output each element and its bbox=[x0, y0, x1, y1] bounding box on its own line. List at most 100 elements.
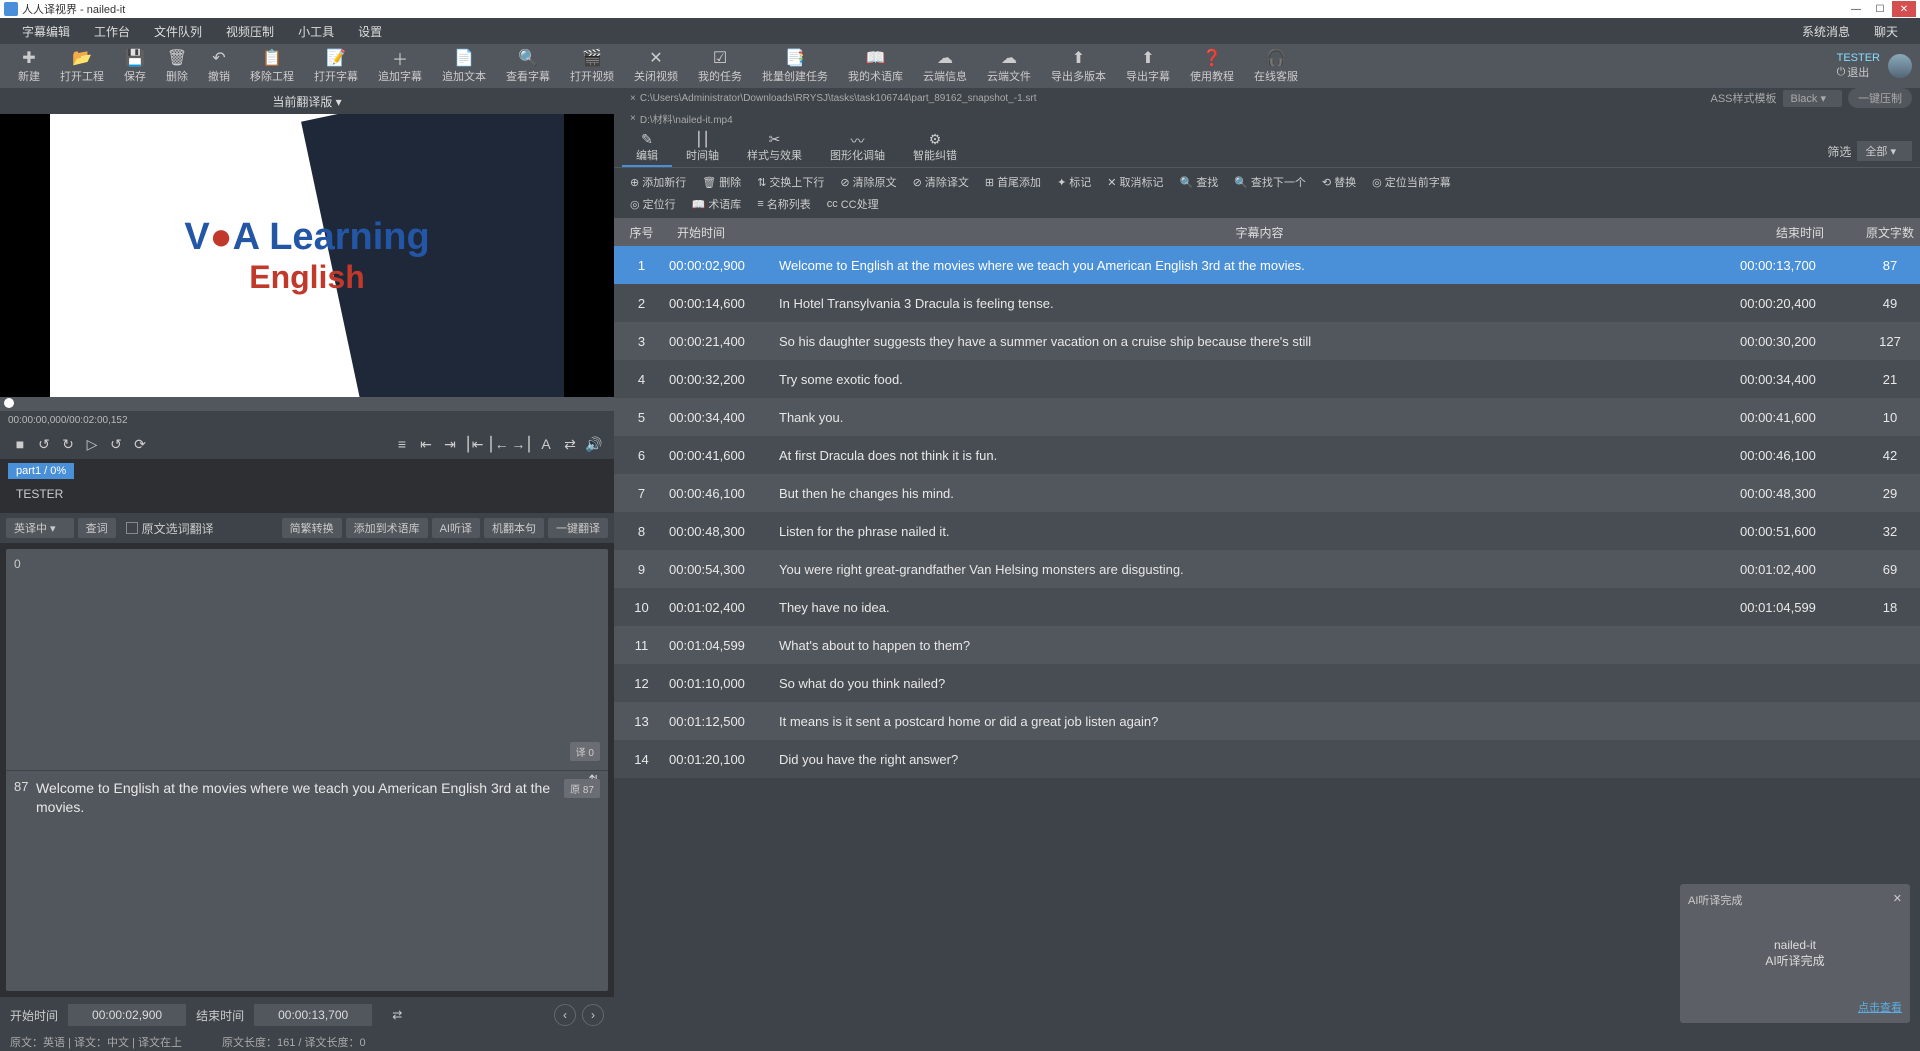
ass-template-dropdown[interactable]: Black ▾ bbox=[1783, 90, 1842, 107]
table-row[interactable]: 100:00:02,900Welcome to English at the m… bbox=[614, 246, 1920, 284]
toolbar-导出多版本[interactable]: ⬆导出多版本 bbox=[1041, 47, 1116, 86]
control-icon-5[interactable]: ⎮← bbox=[486, 432, 510, 456]
toolbar-使用教程[interactable]: ❓使用教程 bbox=[1180, 47, 1244, 86]
control-icon-2[interactable]: ⇤ bbox=[414, 432, 438, 456]
font-size-icon[interactable]: A bbox=[534, 432, 558, 456]
start-time-input[interactable]: 00:00:02,900 bbox=[68, 1004, 186, 1026]
part-badge[interactable]: part1 / 0% bbox=[8, 463, 74, 479]
menu-right-0[interactable]: 系统消息 bbox=[1790, 23, 1862, 40]
table-row[interactable]: 1100:01:04,599What's about to happen to … bbox=[614, 626, 1920, 664]
toolbar-云端信息[interactable]: ☁云端信息 bbox=[913, 47, 977, 86]
compress-button[interactable]: 一键压制 bbox=[1848, 88, 1912, 108]
action-定位当前字幕[interactable]: ◎定位当前字幕 bbox=[1364, 172, 1459, 192]
prev-button[interactable]: ‹ bbox=[554, 1004, 576, 1026]
control-icon-7[interactable]: ⇄ bbox=[558, 432, 582, 456]
table-row[interactable]: 900:00:54,300You were right great-grandf… bbox=[614, 550, 1920, 588]
toolbar-我的任务[interactable]: ☑我的任务 bbox=[688, 47, 752, 86]
mode-tab-样式与效果[interactable]: ✂样式与效果 bbox=[733, 129, 816, 167]
filter-dropdown[interactable]: 全部 ▾ bbox=[1857, 141, 1912, 161]
menu-item-2[interactable]: 文件队列 bbox=[142, 23, 214, 40]
toolbar-移除工程[interactable]: 📋移除工程 bbox=[240, 47, 304, 86]
action-标记[interactable]: ✦标记 bbox=[1049, 172, 1099, 192]
loop-icon[interactable]: ⟳ bbox=[128, 432, 152, 456]
stop-icon[interactable]: ■ bbox=[8, 432, 32, 456]
notification-link[interactable]: 点击查看 bbox=[1688, 999, 1902, 1015]
translation-editor[interactable]: 0 bbox=[6, 549, 608, 770]
table-row[interactable]: 500:00:34,400Thank you.00:00:41,60010 bbox=[614, 398, 1920, 436]
video-player[interactable]: V●A Learning English bbox=[0, 114, 614, 397]
control-icon-4[interactable]: ⎮⇤ bbox=[462, 432, 486, 456]
action-名称列表[interactable]: ≡名称列表 bbox=[749, 194, 818, 214]
play-icon[interactable]: ▷ bbox=[80, 432, 104, 456]
toolbar-关闭视频[interactable]: ✕关闭视频 bbox=[624, 47, 688, 86]
close-icon[interactable]: × bbox=[630, 113, 636, 124]
trans-btn-1[interactable]: 添加到术语库 bbox=[346, 518, 428, 538]
mode-tab-编辑[interactable]: ✎编辑 bbox=[622, 129, 672, 167]
menu-item-0[interactable]: 字幕编辑 bbox=[10, 23, 82, 40]
toolbar-在线客服[interactable]: 🎧在线客服 bbox=[1244, 47, 1308, 86]
action-定位行[interactable]: ◎定位行 bbox=[622, 194, 684, 214]
mode-tab-智能纠错[interactable]: ⚙智能纠错 bbox=[899, 129, 971, 167]
rewind-icon[interactable]: ↺ bbox=[32, 432, 56, 456]
trans-btn-3[interactable]: 机翻本句 bbox=[484, 518, 544, 538]
menu-item-3[interactable]: 视频压制 bbox=[214, 23, 286, 40]
video-timeline[interactable] bbox=[0, 397, 614, 411]
table-row[interactable]: 700:00:46,100But then he changes his min… bbox=[614, 474, 1920, 512]
table-row[interactable]: 1000:01:02,400They have no idea.00:01:04… bbox=[614, 588, 1920, 626]
mode-tab-图形化调轴[interactable]: 〰图形化调轴 bbox=[816, 129, 899, 167]
menu-item-4[interactable]: 小工具 bbox=[286, 23, 346, 40]
action-取消标记[interactable]: ✕取消标记 bbox=[1099, 172, 1171, 192]
toolbar-云端文件[interactable]: ☁云端文件 bbox=[977, 47, 1041, 86]
action-交换上下行[interactable]: ⇅交换上下行 bbox=[749, 172, 832, 192]
file-tab-srt[interactable]: ×C:\Users\Administrator\Downloads\RRYSJ\… bbox=[622, 93, 1045, 104]
action-查找下一个[interactable]: 🔍查找下一个 bbox=[1226, 172, 1314, 192]
step-back-icon[interactable]: ↻ bbox=[56, 432, 80, 456]
table-row[interactable]: 200:00:14,600In Hotel Transylvania 3 Dra… bbox=[614, 284, 1920, 322]
step-fwd-icon[interactable]: ↺ bbox=[104, 432, 128, 456]
toolbar-打开视频[interactable]: 🎬打开视频 bbox=[560, 47, 624, 86]
table-row[interactable]: 400:00:32,200Try some exotic food.00:00:… bbox=[614, 360, 1920, 398]
action-删除[interactable]: 🗑删除 bbox=[694, 172, 749, 192]
action-CC处理[interactable]: ccCC处理 bbox=[819, 194, 887, 214]
action-查找[interactable]: 🔍查找 bbox=[1172, 172, 1227, 192]
close-button[interactable]: ✕ bbox=[1892, 1, 1916, 17]
toolbar-查看字幕[interactable]: 🔍查看字幕 bbox=[496, 47, 560, 86]
end-time-input[interactable]: 00:00:13,700 bbox=[254, 1004, 372, 1026]
action-清除译文[interactable]: ⊘清除译文 bbox=[905, 172, 977, 192]
toolbar-追加字幕[interactable]: ＋追加字幕 bbox=[368, 47, 432, 86]
action-清除原文[interactable]: ⊘清除原文 bbox=[832, 172, 904, 192]
avatar[interactable] bbox=[1888, 54, 1912, 78]
original-editor[interactable]: 原 87 87 Welcome to English at the movies… bbox=[6, 771, 608, 992]
version-dropdown[interactable]: 当前翻译版 ▾ bbox=[0, 88, 614, 114]
trans-btn-0[interactable]: 简繁转换 bbox=[282, 518, 342, 538]
notification-close-icon[interactable]: ✕ bbox=[1893, 892, 1902, 908]
table-row[interactable]: 300:00:21,400So his daughter suggests th… bbox=[614, 322, 1920, 360]
menu-item-1[interactable]: 工作台 bbox=[82, 23, 142, 40]
toolbar-我的术语库[interactable]: 📖我的术语库 bbox=[838, 47, 913, 86]
table-row[interactable]: 600:00:41,600At first Dracula does not t… bbox=[614, 436, 1920, 474]
orig-select-checkbox[interactable] bbox=[126, 522, 138, 534]
table-row[interactable]: 1300:01:12,500It means is it sent a post… bbox=[614, 702, 1920, 740]
toolbar-新建[interactable]: ✚新建 bbox=[8, 47, 50, 86]
minimize-button[interactable]: — bbox=[1844, 1, 1868, 17]
table-row[interactable]: 800:00:48,300Listen for the phrase naile… bbox=[614, 512, 1920, 550]
toolbar-批量创建任务[interactable]: 📑批量创建任务 bbox=[752, 47, 838, 86]
action-添加新行[interactable]: ⊕添加新行 bbox=[622, 172, 694, 192]
toolbar-保存[interactable]: 💾保存 bbox=[114, 47, 156, 86]
trans-btn-2[interactable]: AI听译 bbox=[432, 518, 480, 538]
toolbar-追加文本[interactable]: 📄追加文本 bbox=[432, 47, 496, 86]
action-术语库[interactable]: 📖术语库 bbox=[684, 194, 750, 214]
close-icon[interactable]: × bbox=[630, 93, 636, 104]
volume-icon[interactable]: 🔊 bbox=[582, 432, 606, 456]
trans-btn-4[interactable]: 一键翻译 bbox=[548, 518, 608, 538]
next-button[interactable]: › bbox=[582, 1004, 604, 1026]
search-word-button[interactable]: 查词 bbox=[78, 518, 116, 538]
lang-dropdown[interactable]: 英译中 ▾ bbox=[6, 518, 74, 538]
control-icon-6[interactable]: →⎮ bbox=[510, 432, 534, 456]
action-首尾添加[interactable]: ⊞首尾添加 bbox=[977, 172, 1049, 192]
file-tab-mp4[interactable]: ×D:\材料\nailed-it.mp4 bbox=[622, 111, 741, 126]
exit-button[interactable]: ⏻退出 bbox=[1837, 64, 1880, 80]
action-替换[interactable]: ⟲替换 bbox=[1314, 172, 1364, 192]
toolbar-撤销[interactable]: ↶撤销 bbox=[198, 47, 240, 86]
toolbar-导出字幕[interactable]: ⬆导出字幕 bbox=[1116, 47, 1180, 86]
